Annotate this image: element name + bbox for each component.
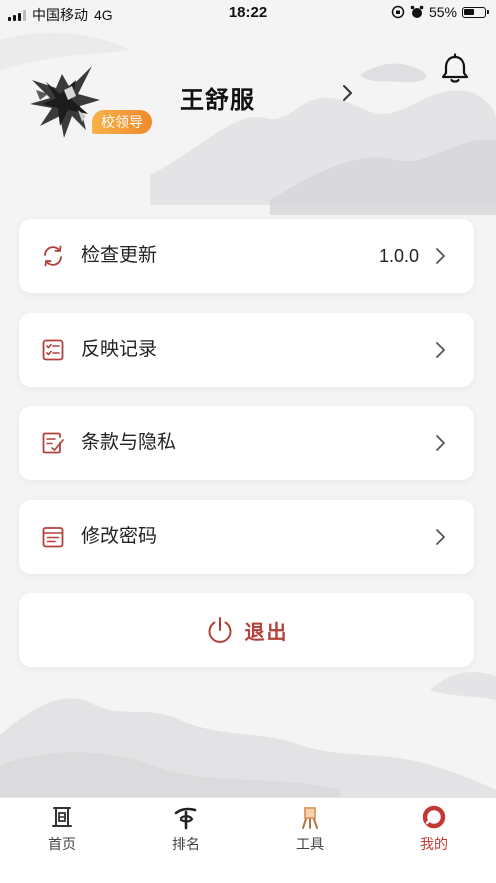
- logout-label: 退出: [244, 621, 289, 644]
- change-password-item[interactable]: 修改密码: [19, 500, 474, 574]
- role-badge: 校领导: [92, 110, 152, 134]
- alarm-icon: [410, 5, 424, 18]
- tab-tools-label: 工具: [296, 836, 324, 852]
- chevron-right-icon: [436, 342, 445, 358]
- feedback-records-label: 反映记录: [81, 339, 158, 360]
- checklist-icon: [42, 339, 64, 361]
- logout-content: 退出: [19, 593, 474, 667]
- chevron-right-icon: [436, 529, 445, 545]
- change-password-label: 修改密码: [81, 526, 158, 547]
- status-right: 55%: [391, 4, 489, 20]
- tab-me-label: 我的: [420, 836, 448, 852]
- orientation-lock-icon: [391, 5, 405, 19]
- battery-icon: [462, 6, 489, 18]
- power-icon: [208, 617, 231, 643]
- profile-header[interactable]: 校领导 王舒服: [0, 50, 496, 160]
- battery-fill: [464, 8, 474, 15]
- tab-home-label: 首页: [48, 836, 76, 852]
- tab-ranking-label: 排名: [172, 836, 200, 852]
- notebook-icon: [42, 527, 64, 548]
- check-update-label: 检查更新: [81, 245, 158, 266]
- tab-home[interactable]: 首页: [0, 798, 124, 883]
- status-bar: 中国移动 4G 18:22 55%: [0, 0, 496, 26]
- tab-ranking[interactable]: 排名: [124, 798, 248, 883]
- bottom-tab-bar: 首页 排名 工具 我的: [0, 797, 496, 883]
- home-icon: [52, 807, 72, 827]
- terms-privacy-label: 条款与隐私: [81, 432, 177, 453]
- easel-icon: [302, 807, 318, 829]
- feedback-records-item[interactable]: 反映记录: [19, 313, 474, 387]
- version-value: 1.0.0: [378, 246, 419, 266]
- chevron-right-icon: [436, 435, 445, 451]
- check-update-item[interactable]: 检查更新 1.0.0: [19, 219, 474, 293]
- tab-tools[interactable]: 工具: [248, 798, 372, 883]
- document-edit-icon: [42, 432, 64, 454]
- chevron-right-icon[interactable]: [336, 82, 358, 104]
- chevron-right-icon: [436, 248, 445, 264]
- terms-privacy-item[interactable]: 条款与隐私: [19, 406, 474, 480]
- tab-me[interactable]: 我的: [372, 798, 496, 883]
- bell-icon[interactable]: [438, 52, 472, 86]
- refresh-icon: [44, 245, 62, 267]
- ranking-icon: [174, 807, 197, 830]
- logout-button[interactable]: 退出: [19, 593, 474, 667]
- user-name[interactable]: 王舒服: [180, 80, 255, 115]
- me-icon: [422, 805, 446, 829]
- battery-percent: 55%: [428, 4, 457, 20]
